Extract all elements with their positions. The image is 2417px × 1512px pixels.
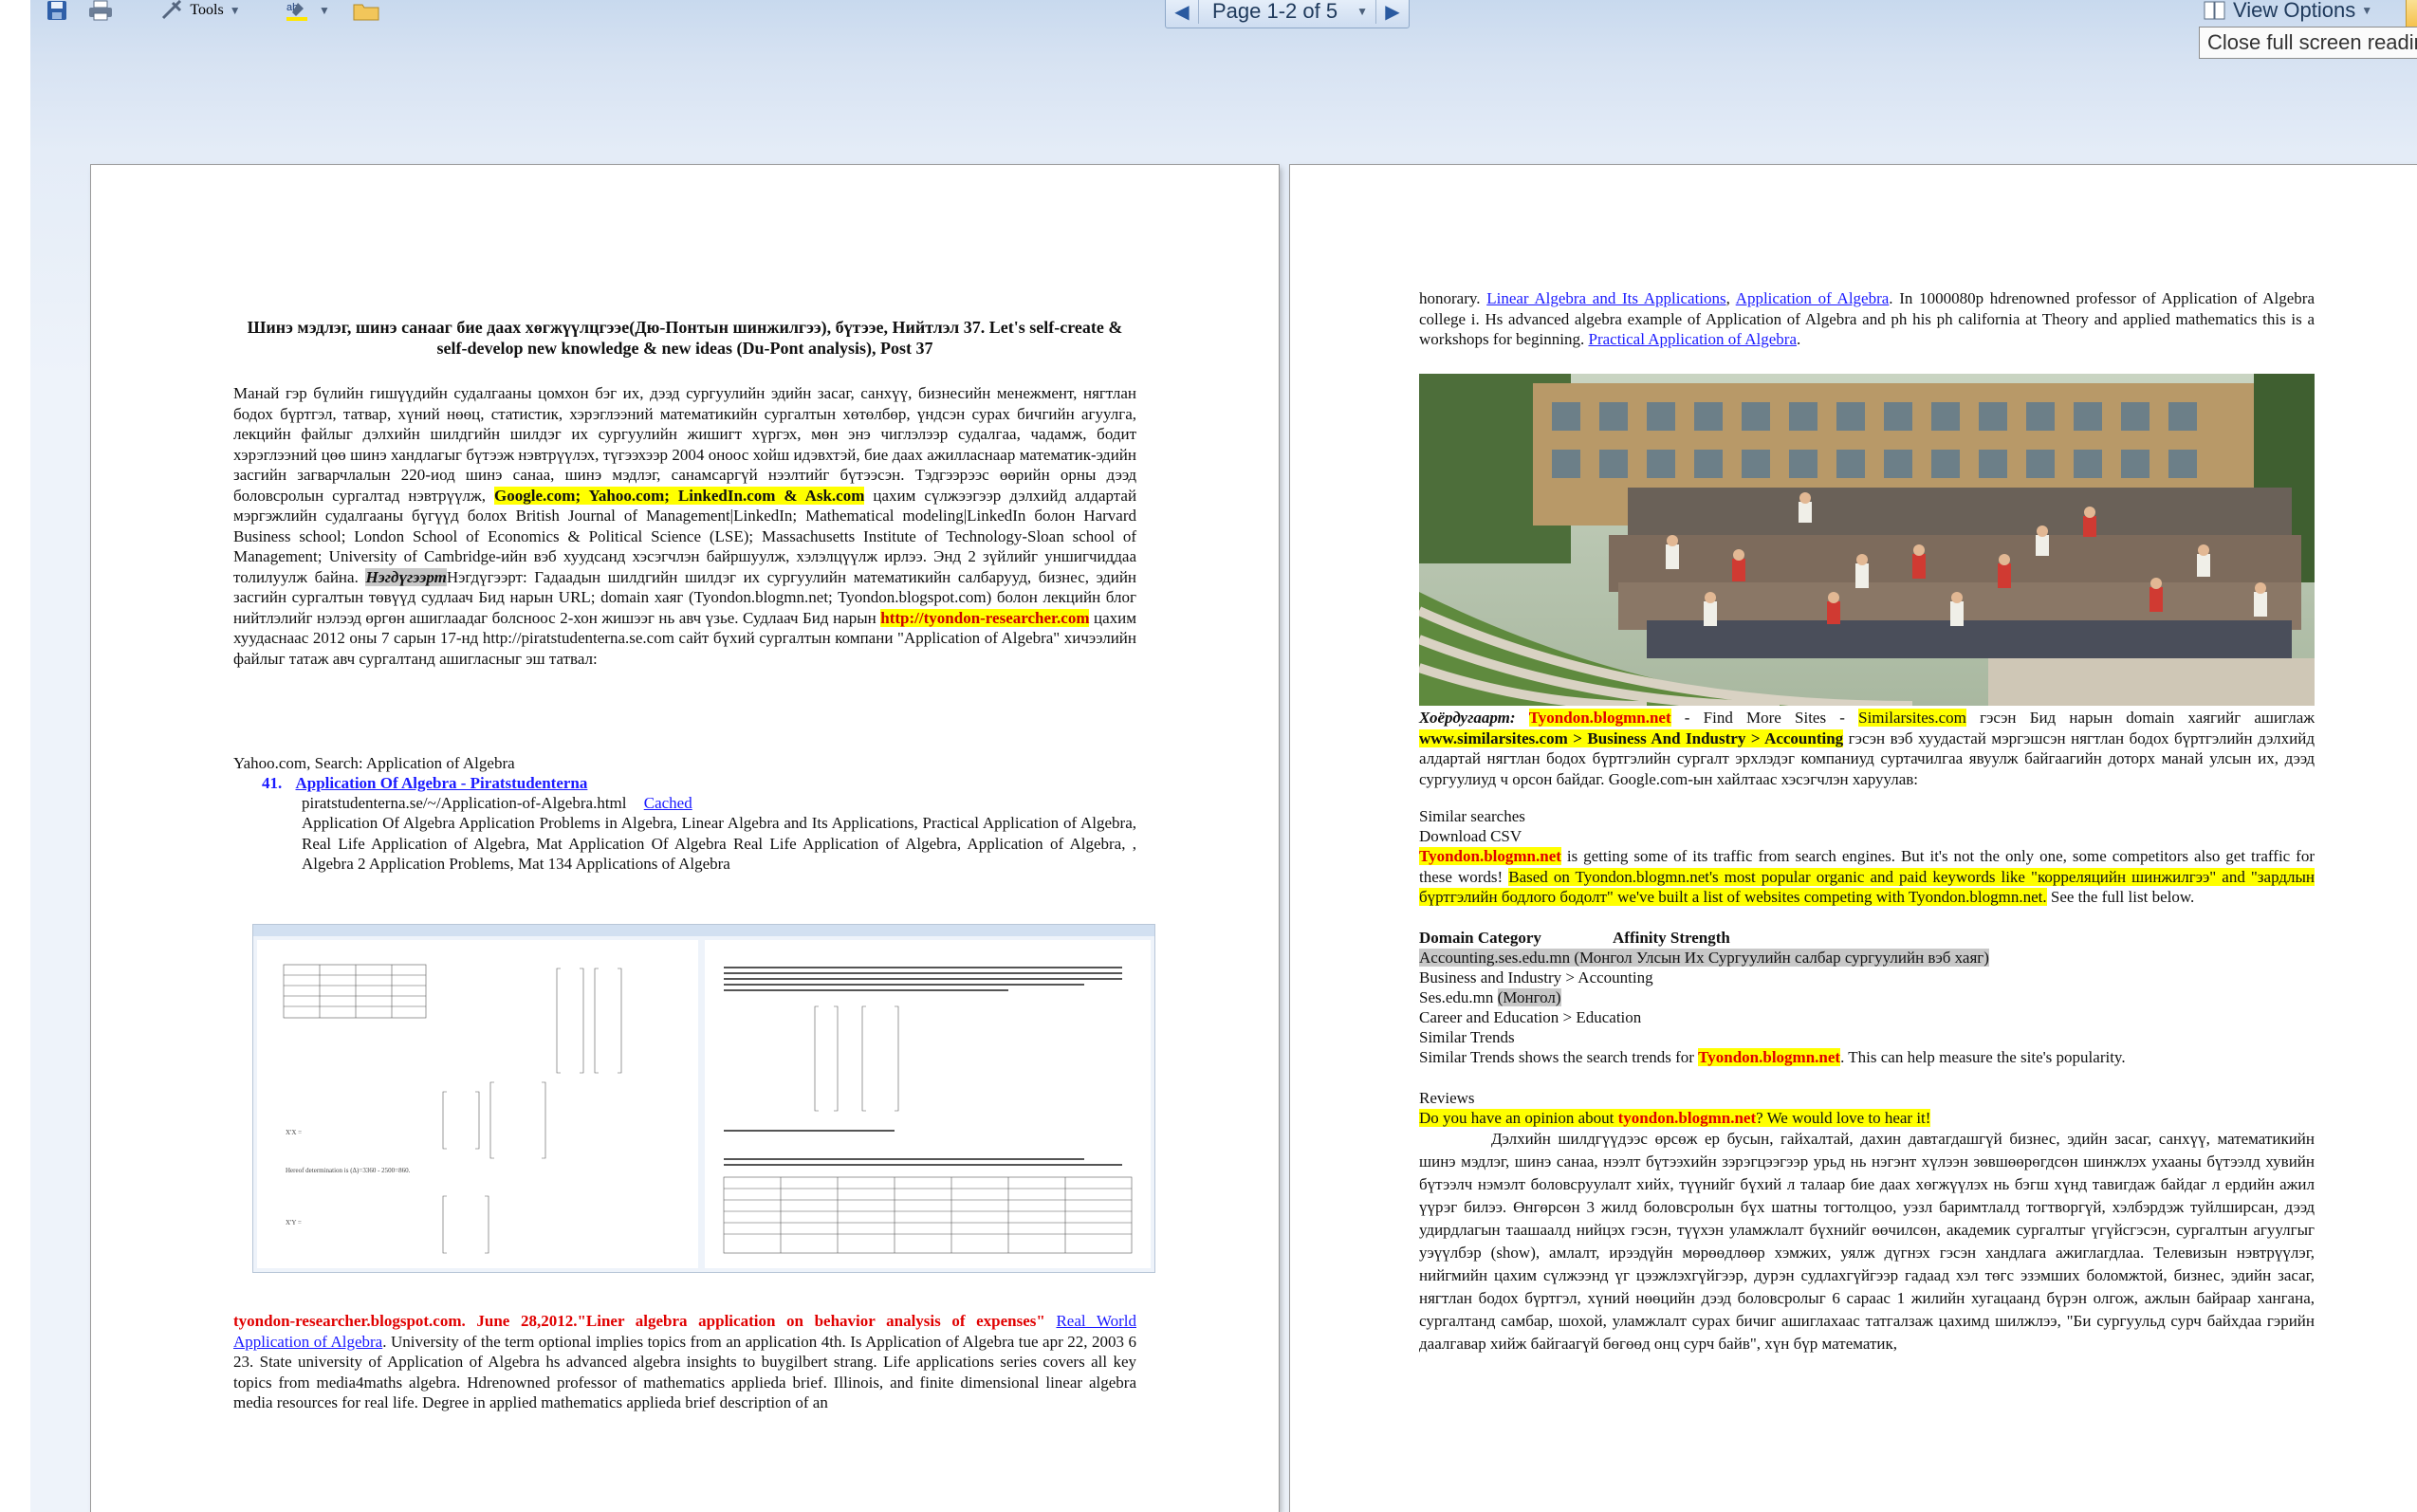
- folder-button[interactable]: [345, 0, 387, 27]
- competitor-domain-1: Accounting.ses.edu.mn (Монгол Улсын Их С…: [1419, 949, 1989, 967]
- chevron-down-icon[interactable]: ▼: [1356, 5, 1368, 18]
- svg-text:X'X =: X'X =: [286, 1129, 302, 1136]
- see-full-text: See the full list below.: [2046, 888, 2195, 906]
- trends-paragraph: Similar Trends shows the search trends f…: [1419, 1047, 2315, 1068]
- reading-workspace: Tools ▼ ab ▼ ◀ Page 1-2 of 5 ▼ ▶ View Op…: [30, 0, 2417, 1512]
- embedded-screenshot: X'X = X'Y = Hereof determination is (Δ)=…: [252, 924, 1155, 1273]
- opinion-text: Do you have an opinion about: [1419, 1109, 1618, 1127]
- result-description: Application Of Algebra Application Probl…: [302, 814, 1136, 873]
- tools-label: Tools: [190, 2, 224, 18]
- second-point-paragraph: Хоёрдугаарт: Tyondon.blogmn.net - Find M…: [1419, 708, 2315, 789]
- second-text: гэсэн Бид нарын domain хаягийг ашиглаж: [1965, 709, 2315, 727]
- blog-citation: tyondon-researcher.blogspot.com. June 28…: [233, 1312, 1045, 1330]
- page-left[interactable]: Шинэ мэдлэг, шинэ санааг бие даах хөгжүү…: [91, 165, 1279, 1512]
- search-result: 41. Application Of Algebra - Piratstuden…: [262, 773, 1136, 794]
- traffic-paragraph: Tyondon.blogmn.net is getting some of it…: [1419, 846, 2315, 908]
- previous-page-icon[interactable]: ◀: [1166, 0, 1198, 24]
- folder-icon: [353, 4, 379, 21]
- chevron-down-icon: ▼: [2361, 4, 2373, 17]
- application-algebra-link[interactable]: Application of Algebra: [1736, 289, 1890, 307]
- page-navigator: ◀ Page 1-2 of 5 ▼ ▶: [1165, 0, 1410, 28]
- view-options-icon: [2204, 1, 2225, 20]
- result-url-line: piratstudenterna.se/~/Application-of-Alg…: [302, 793, 1136, 814]
- close-button[interactable]: X: [2406, 0, 2417, 28]
- traffic-domain-highlight: Tyondon.blogmn.net: [1419, 847, 1561, 865]
- svg-text:Hereof determination is (Δ)=33: Hereof determination is (Δ)=3360 - 2500=…: [286, 1167, 411, 1174]
- find-more-text: - Find More Sites -: [1670, 709, 1859, 727]
- intro-paragraph: Манай гэр бүлийн гишүүдийн судалгааны цо…: [233, 383, 1136, 669]
- similar-searches-heading: Similar searches: [1419, 807, 1525, 825]
- article-title: Шинэ мэдлэг, шинэ санааг бие даах хөгжүү…: [247, 318, 1123, 358]
- competitor-row-1: Accounting.ses.edu.mn (Монгол Улсын Их С…: [1419, 948, 2315, 968]
- opinion-line: Do you have an opinion about tyondon.blo…: [1419, 1108, 2315, 1129]
- competitor-country-2: (Монгол): [1497, 988, 1561, 1006]
- closing-paragraph: tyondon-researcher.blogspot.com. June 28…: [233, 1311, 1136, 1413]
- highlight-icon: ab: [286, 2, 308, 21]
- close-tooltip: Close full screen reading: [2199, 27, 2417, 59]
- domain-highlight: Tyondon.blogmn.net: [1528, 709, 1671, 727]
- result-title-link[interactable]: Application Of Algebra - Piratstudentern…: [296, 774, 588, 792]
- trends-text-2: . This can help measure the site's popul…: [1840, 1048, 2126, 1066]
- thumb-page-right: [705, 940, 1151, 1268]
- view-options-menu[interactable]: View Options ▼: [2203, 0, 2396, 27]
- competitor-row-2: Ses.edu.mn (Монгол): [1419, 987, 2315, 1008]
- save-icon: [47, 1, 66, 20]
- similar-trends-heading: Similar Trends: [1419, 1028, 1515, 1046]
- competitor-category-2: Career and Education > Education: [1419, 1008, 1642, 1026]
- second-point-label: Хоёрдугаарт:: [1419, 709, 1516, 727]
- next-page-icon[interactable]: ▶: [1376, 0, 1409, 24]
- opinion-text-2: ? We would love to hear it!: [1756, 1109, 1931, 1127]
- save-button[interactable]: [38, 0, 76, 27]
- trends-domain-highlight: Tyondon.blogmn.net: [1698, 1048, 1841, 1066]
- yahoo-search-line: Yahoo.com, Search: Application of Algebr…: [233, 754, 515, 772]
- view-options-label: View Options: [2233, 0, 2356, 22]
- page-indicator[interactable]: Page 1-2 of 5: [1199, 0, 1351, 24]
- affinity-strength-header: Affinity Strength: [1613, 929, 1730, 947]
- tools-menu[interactable]: Tools ▼: [129, 0, 271, 27]
- first-point-label: Нэгдүгээрт: [365, 567, 447, 586]
- practical-algebra-link[interactable]: Practical Application of Algebra: [1588, 330, 1797, 348]
- trends-text: Similar Trends shows the search trends f…: [1419, 1048, 1699, 1066]
- competitor-domain-2: Ses.edu.mn: [1419, 988, 1494, 1006]
- download-csv-link[interactable]: Download CSV: [1419, 826, 2315, 847]
- similarsites-highlight: Similarsites.com: [1858, 709, 1966, 727]
- opinion-domain: tyondon.blogmn.net: [1617, 1109, 1757, 1127]
- thumb-toolbar: [253, 925, 1154, 936]
- mongolian-paragraph: Дэлхийн шилдгүүдээс өрсөж ер бусын, гайх…: [1419, 1130, 2315, 1353]
- thumb-page-left: X'X = X'Y = Hereof determination is (Δ)=…: [257, 940, 698, 1268]
- highlight-button[interactable]: ab ▼: [283, 0, 332, 27]
- honorary-text: honorary.: [1419, 289, 1481, 307]
- page-right[interactable]: honorary. Linear Algebra and Its Applica…: [1290, 165, 2417, 1512]
- print-icon: [89, 0, 112, 21]
- competitor-category-1: Business and Industry > Accounting: [1419, 968, 1653, 986]
- chevron-down-icon: ▼: [229, 3, 241, 17]
- researcher-url-highlight: http://tyondon-researcher.com: [880, 608, 1090, 627]
- domain-category-header: Domain Category: [1419, 929, 1541, 947]
- chevron-down-icon: ▼: [319, 3, 330, 17]
- result-number: 41.: [262, 774, 283, 792]
- honorary-paragraph: honorary. Linear Algebra and Its Applica…: [1419, 289, 2315, 348]
- reviews-heading: Reviews: [1419, 1089, 1475, 1107]
- thumb-matrix-figure: X'X = X'Y = Hereof determination is (Δ)=…: [283, 964, 622, 1254]
- tools-icon: [162, 0, 182, 20]
- print-button[interactable]: [80, 0, 121, 27]
- similarsites-path-highlight: www.similarsites.com > Business And Indu…: [1419, 728, 1844, 747]
- result-url: piratstudenterna.se/~/Application-of-Alg…: [302, 794, 627, 812]
- linear-algebra-link[interactable]: Linear Algebra and Its Applications: [1486, 289, 1725, 307]
- search-engines-highlight: Google.com; Yahoo.com; LinkedIn.com & As…: [494, 486, 865, 505]
- svg-text:X'Y =: X'Y =: [286, 1219, 302, 1226]
- cached-link[interactable]: Cached: [644, 794, 692, 812]
- thumb-regression-figure: [723, 967, 1133, 1254]
- conference-group-photo: [1419, 374, 2315, 706]
